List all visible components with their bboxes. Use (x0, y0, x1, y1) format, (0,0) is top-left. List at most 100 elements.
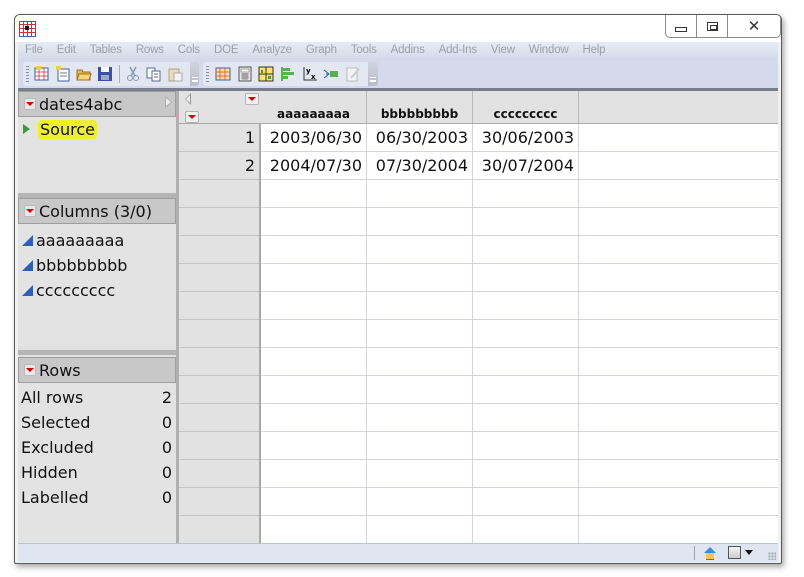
row-number[interactable] (179, 236, 259, 264)
menu-tables[interactable]: Tables (83, 44, 129, 56)
new-data-table-icon[interactable] (34, 65, 51, 83)
table-cell[interactable]: 30/06/2003 (473, 124, 579, 152)
table-cell[interactable] (579, 236, 778, 264)
column-list-item[interactable]: aaaaaaaaa (18, 228, 176, 253)
empty-column-header[interactable] (579, 91, 778, 124)
table-cell[interactable] (367, 488, 473, 516)
row-number[interactable] (179, 292, 259, 320)
new-script-icon[interactable] (55, 65, 72, 83)
row-number[interactable] (179, 264, 259, 292)
table-cell[interactable] (261, 376, 367, 404)
menu-edit[interactable]: Edit (50, 44, 83, 56)
table-cell[interactable] (261, 180, 367, 208)
row-number[interactable] (179, 404, 259, 432)
row-number[interactable] (179, 460, 259, 488)
table-cell[interactable] (579, 488, 778, 516)
menu-window[interactable]: Window (522, 44, 576, 56)
table-cell[interactable] (579, 152, 778, 180)
row-number[interactable]: 2 (179, 152, 259, 180)
table-cell[interactable] (261, 292, 367, 320)
cut-icon[interactable] (125, 65, 142, 83)
toolbar-overflow-button[interactable] (368, 62, 378, 86)
column-header[interactable]: bbbbbbbbb (367, 91, 473, 124)
table-cell[interactable] (473, 516, 579, 543)
table-cell[interactable] (579, 320, 778, 348)
menu-cols[interactable]: Cols (171, 44, 207, 56)
collapse-left-panel-icon[interactable] (185, 93, 191, 105)
table-cell[interactable] (473, 320, 579, 348)
table-cell[interactable]: 2003/06/30 (261, 124, 367, 152)
table-cell[interactable] (473, 376, 579, 404)
row-number[interactable] (179, 516, 259, 543)
menu-addins[interactable]: Addins (384, 44, 432, 56)
menu-file[interactable]: File (18, 44, 50, 56)
table-cell[interactable] (579, 376, 778, 404)
table-cell[interactable] (367, 208, 473, 236)
row-number[interactable] (179, 208, 259, 236)
table-cell[interactable] (367, 320, 473, 348)
row-number[interactable] (179, 432, 259, 460)
run-script-icon[interactable] (23, 124, 30, 134)
table-cell[interactable] (367, 292, 473, 320)
table-cell[interactable] (367, 460, 473, 488)
rows-red-triangle-menu[interactable] (24, 364, 36, 376)
table-cell[interactable] (579, 348, 778, 376)
table-cell[interactable] (261, 348, 367, 376)
row-number[interactable] (179, 488, 259, 516)
table-cell[interactable] (367, 348, 473, 376)
table-cell[interactable] (367, 180, 473, 208)
table-cell[interactable] (261, 460, 367, 488)
table-cell[interactable] (367, 432, 473, 460)
column-list-item[interactable]: bbbbbbbbb (18, 253, 176, 278)
table-cell[interactable] (367, 404, 473, 432)
table-cell[interactable] (473, 236, 579, 264)
home-icon[interactable] (704, 547, 716, 560)
table-cell[interactable] (473, 348, 579, 376)
table-cell[interactable] (261, 516, 367, 543)
calculator-icon[interactable] (236, 65, 254, 83)
panel-collapse-icon[interactable] (165, 96, 172, 108)
table-cell[interactable] (579, 264, 778, 292)
filter-icon[interactable] (323, 65, 341, 83)
row-number[interactable]: 1 (179, 124, 259, 152)
table-cell[interactable] (473, 488, 579, 516)
table-cell[interactable] (261, 488, 367, 516)
data-table-icon[interactable] (214, 65, 232, 83)
toolbar-overflow-button[interactable] (189, 62, 199, 86)
bar-chart-icon[interactable] (279, 65, 297, 83)
row-number[interactable] (179, 320, 259, 348)
table-cell[interactable] (473, 264, 579, 292)
save-icon[interactable] (97, 65, 114, 83)
table-cell[interactable] (473, 460, 579, 488)
distribution-icon[interactable] (257, 65, 275, 83)
toolbar-grip[interactable] (206, 66, 209, 82)
menu-help[interactable]: Help (576, 44, 613, 56)
fit-y-by-x-icon[interactable]: yx (301, 65, 319, 83)
table-cell[interactable] (579, 460, 778, 488)
table-cell[interactable] (367, 236, 473, 264)
table-cell[interactable] (579, 292, 778, 320)
close-button[interactable]: ✕ (728, 15, 780, 37)
column-header[interactable]: aaaaaaaaa (261, 91, 367, 124)
copy-icon[interactable] (146, 65, 163, 83)
table-cell[interactable] (261, 432, 367, 460)
table-cell[interactable] (261, 320, 367, 348)
menu-doe[interactable]: DOE (207, 44, 245, 56)
paste-icon[interactable] (167, 65, 184, 83)
row-number[interactable] (179, 376, 259, 404)
table-cell[interactable] (261, 208, 367, 236)
show-window-icon[interactable] (728, 546, 741, 559)
table-cell[interactable] (473, 208, 579, 236)
panel-divider[interactable] (18, 350, 176, 355)
table-cell[interactable] (473, 432, 579, 460)
source-script[interactable]: Source (18, 117, 176, 141)
menu-view[interactable]: View (484, 44, 522, 56)
column-list-item[interactable]: ccccccccc (18, 278, 176, 303)
table-cell[interactable] (579, 404, 778, 432)
row-number[interactable] (179, 180, 259, 208)
table-cell[interactable] (367, 376, 473, 404)
row-number[interactable] (179, 348, 259, 376)
rows-header-red-triangle[interactable] (185, 111, 199, 123)
table-cell[interactable] (579, 432, 778, 460)
table-cell[interactable]: 06/30/2003 (367, 124, 473, 152)
